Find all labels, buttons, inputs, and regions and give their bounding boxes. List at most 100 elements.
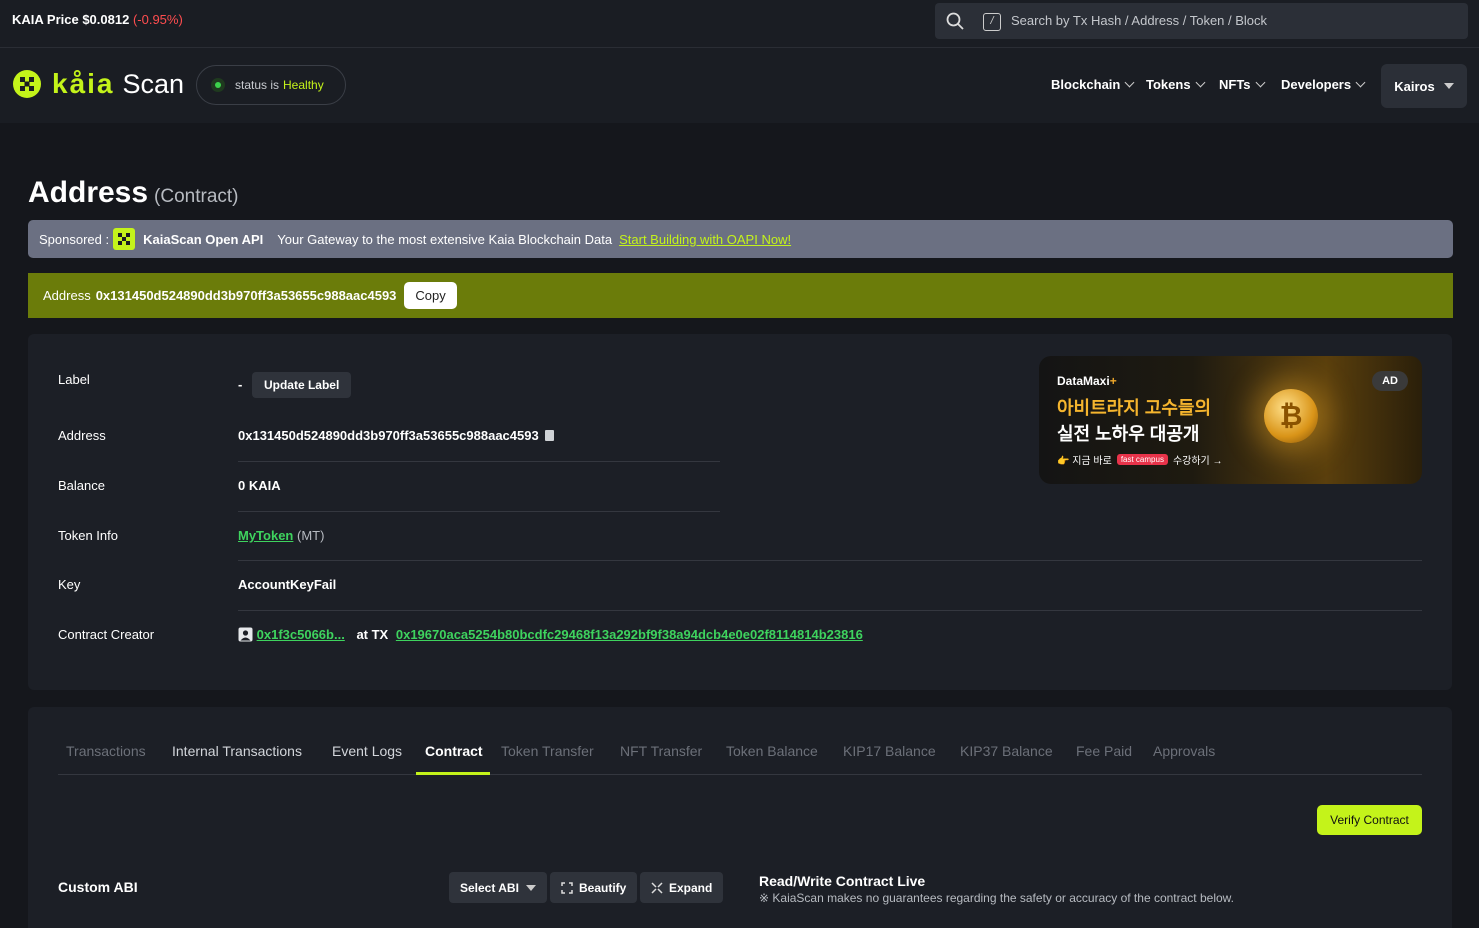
ad-cta-suffix: 수강하기 →	[1172, 456, 1223, 467]
tab-nft-transfer[interactable]: NFT Transfer	[620, 743, 702, 759]
read-write-note: ※ KaiaScan makes no guarantees regarding…	[759, 891, 1234, 905]
ad-partner-badge: fast campus	[1116, 454, 1168, 465]
page-title: Address (Contract)	[28, 176, 239, 210]
expand-icon	[651, 881, 663, 894]
datamaxi-ad-banner[interactable]: DataMaxi+ 아비트라지 고수들의 실전 노하우 대공개 👉 지금 바로 …	[1039, 356, 1422, 484]
tab-approvals[interactable]: Approvals	[1153, 743, 1215, 759]
nav-developers-label: Developers	[1281, 77, 1352, 92]
creator-address-link[interactable]: 0x1f3c5066b...	[257, 627, 345, 642]
creator-tx-link[interactable]: 0x19670aca5254b80bcdfc29468f13a292bf9f38…	[396, 627, 863, 642]
logo-kaia-text: kåia	[52, 68, 115, 99]
tab-kip37-balance[interactable]: KIP37 Balance	[960, 743, 1053, 759]
copy-button[interactable]: Copy	[404, 282, 457, 309]
label-value-wrap: - Update Label	[238, 372, 352, 398]
sponsor-prefix: Sponsored :	[39, 231, 110, 247]
main-header: kåia Scan status is Healthy Blockchain T…	[0, 48, 1479, 123]
nav-nfts[interactable]: NFTs	[1219, 77, 1265, 92]
ad-tag: AD	[1372, 371, 1408, 391]
label-key: Label	[58, 372, 90, 387]
divider	[238, 610, 1422, 611]
verify-contract-button[interactable]: Verify Contract	[1317, 805, 1422, 835]
tab-token-transfer[interactable]: Token Transfer	[501, 743, 594, 759]
nav-blockchain-label: Blockchain	[1051, 77, 1121, 92]
address-value-wrap: 0x131450d524890dd3b970ff3a53655c988aac45…	[238, 428, 554, 443]
active-tab-indicator	[416, 772, 490, 775]
divider	[238, 461, 720, 462]
divider	[238, 560, 1422, 561]
bitcoin-coin-icon: ₿	[1264, 389, 1318, 443]
tab-internal-transactions[interactable]: Internal Transactions	[172, 743, 302, 759]
tab-fee-paid[interactable]: Fee Paid	[1076, 743, 1132, 759]
creator-at-tx: at TX	[356, 627, 389, 642]
ad-headline-1: 아비트라지 고수들의	[1057, 398, 1212, 418]
divider	[238, 511, 720, 512]
balance-value: 0 KAIA	[238, 478, 281, 493]
contract-tabs-card: Transactions Internal Transactions Event…	[28, 707, 1452, 928]
update-label-button[interactable]: Update Label	[251, 372, 352, 398]
nav-tokens-label: Tokens	[1146, 77, 1191, 92]
page-title-text: Address	[28, 176, 149, 209]
overview-card: Label - Update Label Address 0x131450d52…	[28, 334, 1452, 690]
page-subtitle: (Contract)	[154, 186, 239, 207]
ad-brand-name: DataMaxi	[1057, 374, 1110, 388]
address-bar: Address 0x131450d524890dd3b970ff3a53655c…	[28, 273, 1453, 318]
address-key: Address	[58, 428, 106, 443]
search-bar[interactable]: / Search by Tx Hash / Address / Token / …	[935, 3, 1468, 39]
price-label: KAIA Price $0.0812	[12, 12, 130, 27]
sponsored-banner: Sponsored : KaiaScan Open API Your Gatew…	[28, 220, 1453, 258]
network-status-badge: status is Healthy	[196, 65, 346, 105]
expand-button[interactable]: Expand	[640, 872, 724, 903]
nav-developers[interactable]: Developers	[1281, 77, 1366, 92]
ad-cta-prefix: 👉 지금 바로	[1057, 456, 1112, 467]
caret-down-icon	[525, 884, 536, 891]
label-value: -	[238, 377, 243, 392]
sponsor-link[interactable]: Start Building with OAPI Now!	[619, 232, 791, 247]
beautify-button[interactable]: Beautify	[550, 872, 638, 903]
network-selector[interactable]: Kairos	[1381, 64, 1467, 108]
status-value: Healthy	[283, 78, 324, 92]
ad-cta: 👉 지금 바로 fast campus 수강하기 →	[1057, 452, 1223, 467]
tab-transactions[interactable]: Transactions	[66, 743, 146, 759]
status-dot-icon	[211, 78, 225, 92]
token-info-key: Token Info	[58, 528, 118, 543]
logo-scan-text: Scan	[122, 68, 185, 99]
address-value: 0x131450d524890dd3b970ff3a53655c988aac45…	[238, 428, 539, 443]
network-label: Kairos	[1394, 78, 1435, 94]
ad-brand-plus: +	[1109, 374, 1117, 388]
tab-kip17-balance[interactable]: KIP17 Balance	[843, 743, 936, 759]
custom-abi-heading: Custom ABI	[58, 879, 138, 895]
address-bar-label: Address	[43, 288, 91, 303]
select-abi-label: Select ABI	[460, 880, 519, 895]
creator-key: Contract Creator	[58, 627, 155, 642]
expand-label: Expand	[669, 880, 713, 895]
sponsor-name: KaiaScan Open API	[143, 231, 264, 247]
token-symbol: (MT)	[297, 528, 325, 543]
nav-nfts-label: NFTs	[1219, 77, 1251, 92]
tab-contract[interactable]: Contract	[425, 743, 483, 759]
copy-icon[interactable]	[544, 430, 554, 441]
ad-brand: DataMaxi+	[1057, 374, 1117, 388]
search-icon[interactable]	[946, 12, 964, 30]
search-input[interactable]: Search by Tx Hash / Address / Token / Bl…	[1011, 13, 1267, 28]
top-bar: KAIA Price $0.0812 (-0.95%) / Search by …	[0, 0, 1479, 48]
token-name-link[interactable]: MyToken	[238, 528, 293, 543]
slash-shortcut-icon: /	[983, 13, 1001, 31]
caret-down-icon	[1443, 83, 1454, 89]
kaiascan-logo[interactable]: kåia Scan	[12, 68, 184, 100]
status-prefix: status is	[235, 78, 280, 92]
tab-bar: Transactions Internal Transactions Event…	[58, 741, 1422, 775]
nav-blockchain[interactable]: Blockchain	[1051, 77, 1135, 92]
kaia-logo-icon	[13, 70, 41, 98]
tab-event-logs[interactable]: Event Logs	[332, 743, 402, 759]
sponsor-tagline: Your Gateway to the most extensive Kaia …	[277, 231, 613, 247]
chevron-down-icon	[1255, 77, 1265, 88]
chevron-down-icon	[1355, 77, 1366, 88]
select-abi-button[interactable]: Select ABI	[449, 872, 547, 903]
chevron-down-icon	[1195, 77, 1206, 88]
ad-headline-2: 실전 노하우 대공개	[1057, 424, 1200, 444]
beautify-label: Beautify	[579, 880, 627, 895]
nav-tokens[interactable]: Tokens	[1146, 77, 1206, 92]
kaiascan-api-icon	[113, 228, 136, 250]
tab-token-balance[interactable]: Token Balance	[726, 743, 818, 759]
key-value: AccountKeyFail	[238, 577, 337, 592]
